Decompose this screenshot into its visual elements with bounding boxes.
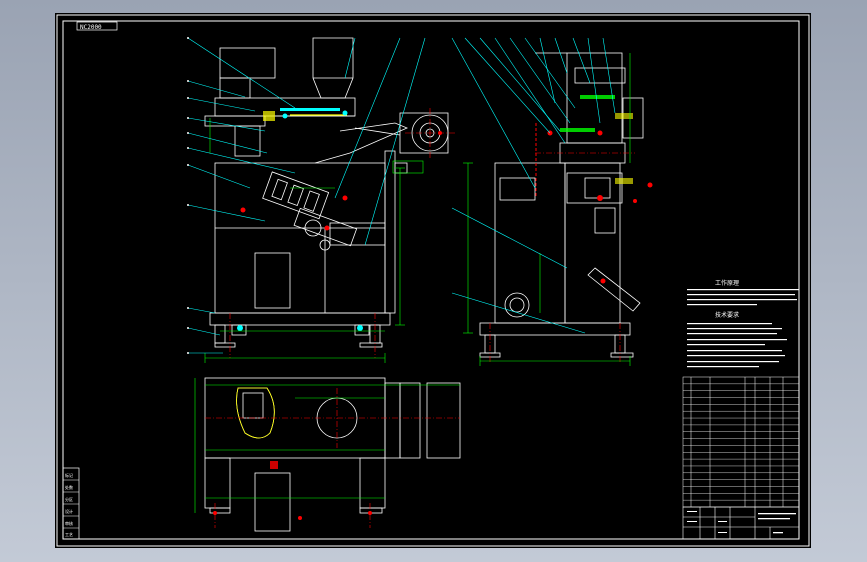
parts-list bbox=[682, 376, 800, 508]
drawing-sheet: NC2000 标记 处数 分区 设计 审核 工艺 工作原理 技术要求 bbox=[55, 13, 811, 548]
inner-frame bbox=[62, 20, 800, 540]
strip-label: 审核 bbox=[65, 520, 73, 526]
parts-list-rows bbox=[683, 383, 799, 501]
title-block bbox=[682, 506, 800, 540]
side-view-dimensions bbox=[463, 53, 631, 366]
strip-label: 设计 bbox=[65, 508, 73, 514]
strip-label: 分区 bbox=[65, 496, 73, 502]
notes-title-requirements: 技术要求 bbox=[715, 311, 739, 319]
cad-viewport[interactable]: NC2000 标记 处数 分区 设计 审核 工艺 工作原理 技术要求 bbox=[0, 0, 867, 562]
front-view-leader-dots bbox=[187, 37, 189, 354]
strip-label: 处数 bbox=[65, 484, 73, 490]
drawing-canvas: NC2000 标记 处数 分区 设计 审核 工艺 工作原理 技术要求 bbox=[56, 14, 810, 547]
strip-label: 标记 bbox=[65, 472, 73, 478]
front-view-highlights bbox=[229, 108, 455, 358]
side-view-leaders bbox=[451, 37, 616, 334]
side-view bbox=[479, 52, 644, 358]
notes-title-principle: 工作原理 bbox=[715, 279, 739, 287]
left-revision-strip: 标记 处数 分区 设计 审核 工艺 bbox=[62, 467, 80, 540]
outer-frame bbox=[56, 14, 810, 547]
front-view-leaders bbox=[187, 37, 426, 354]
strip-label: 工艺 bbox=[65, 532, 73, 537]
title-tag: NC2000 bbox=[76, 21, 118, 31]
title-tag-text: NC2000 bbox=[80, 24, 102, 31]
notes-block: 工作原理 技术要求 bbox=[687, 279, 799, 368]
title-block-text bbox=[687, 511, 796, 534]
